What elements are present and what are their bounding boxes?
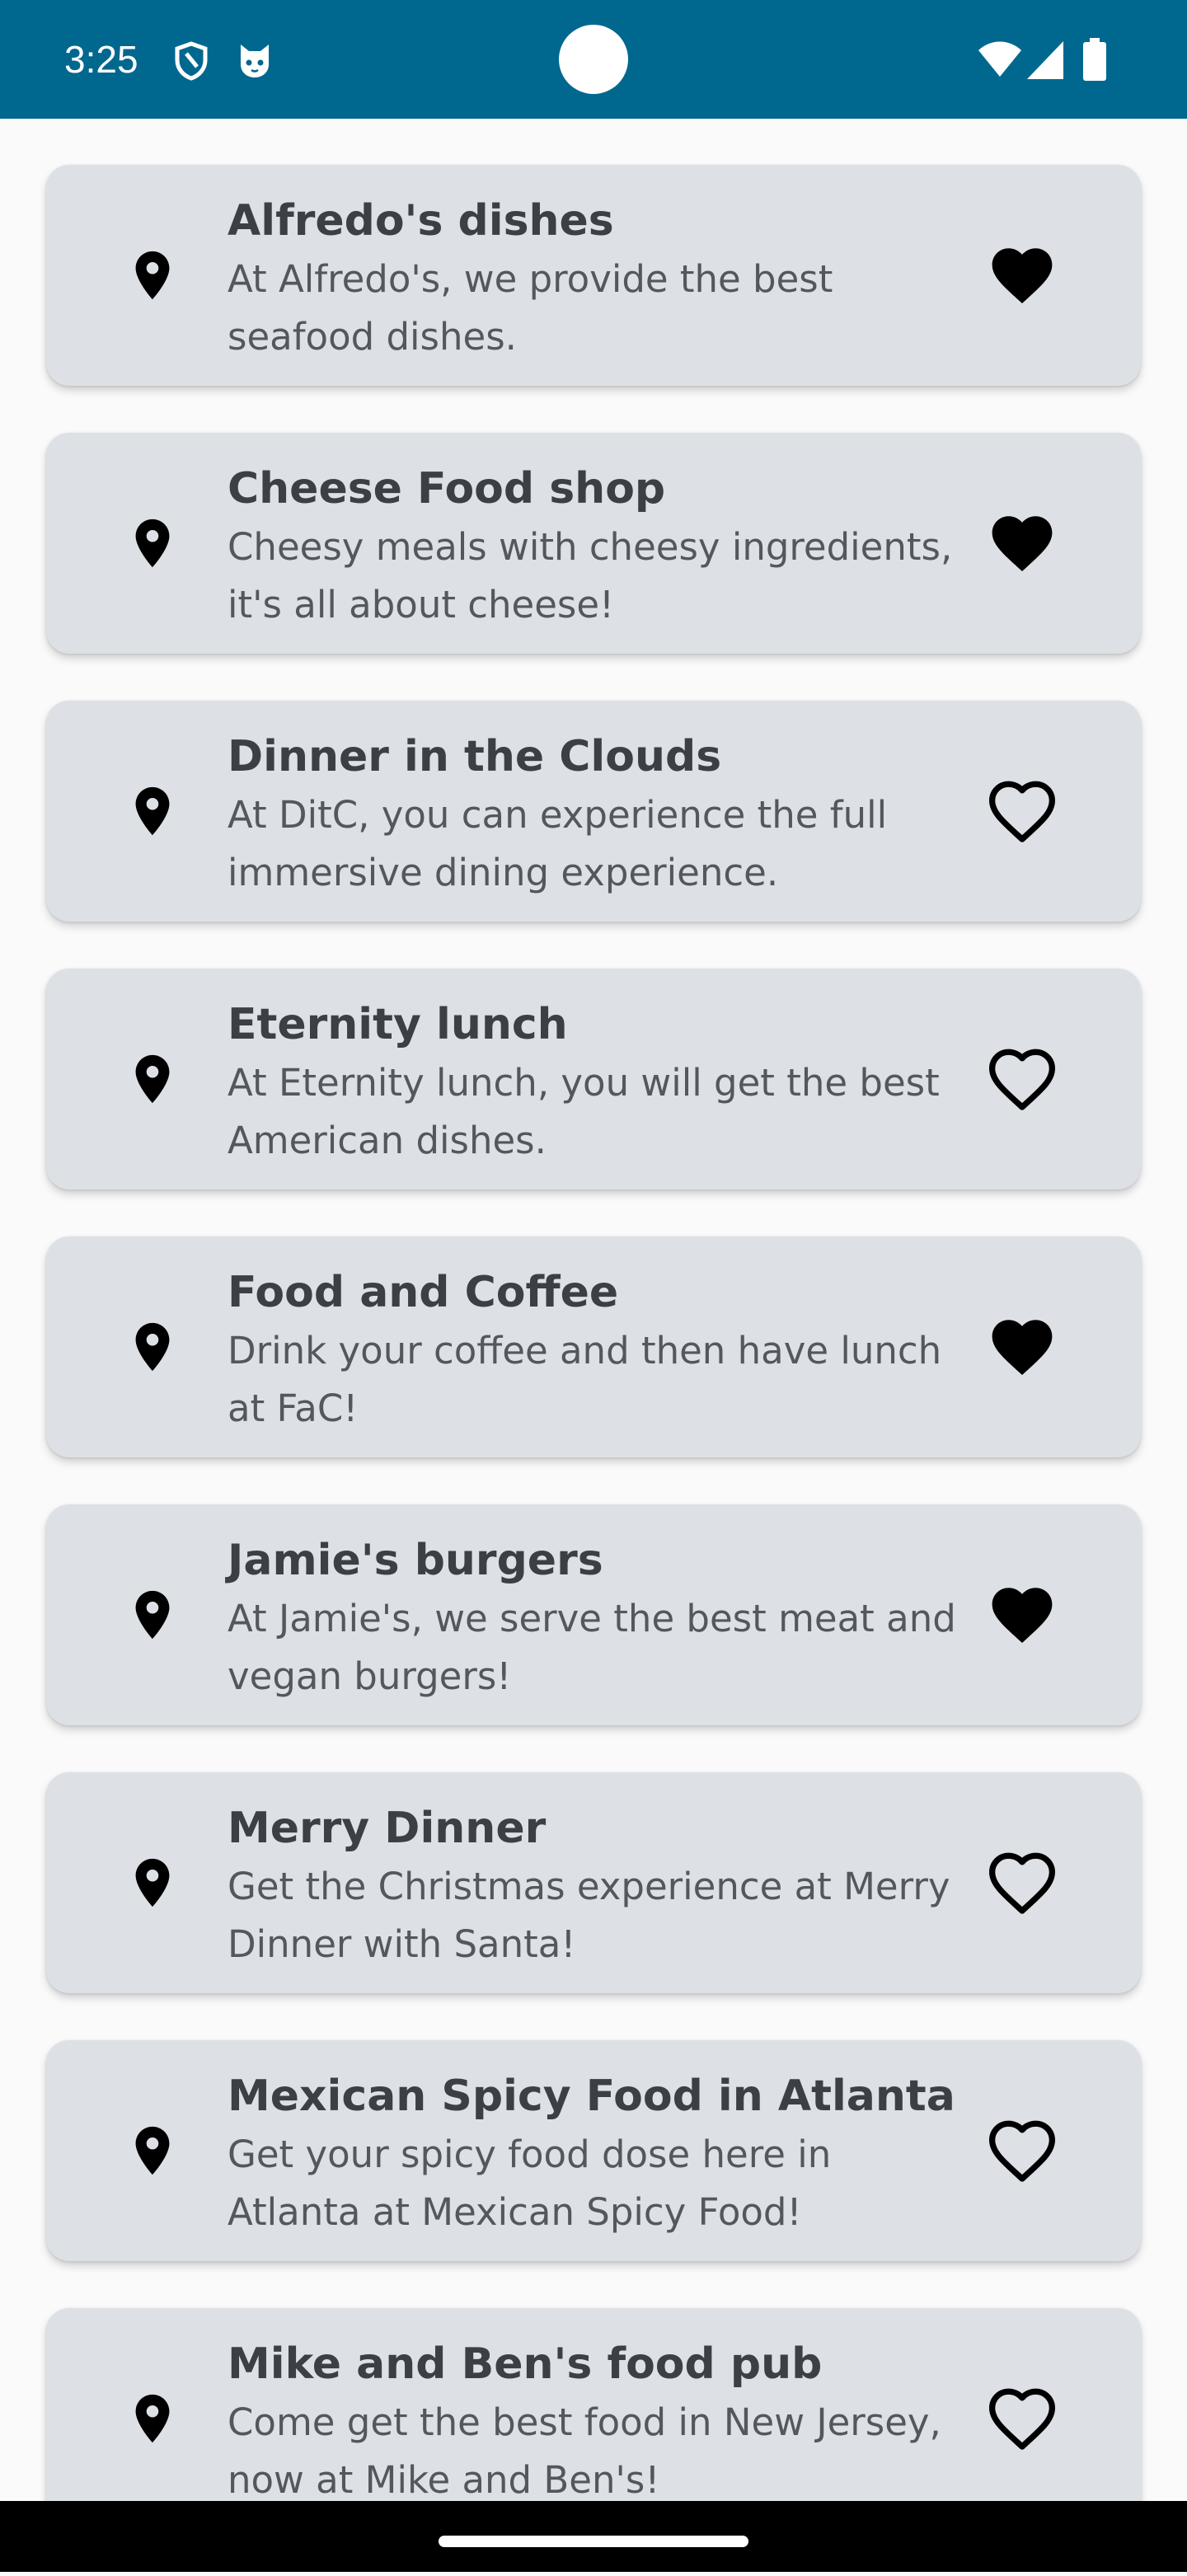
restaurant-card[interactable]: Mexican Spicy Food in Atlanta Get your s… [46, 2040, 1141, 2261]
restaurant-name: Mexican Spicy Food in Atlanta [228, 2072, 955, 2121]
restaurant-card[interactable]: Alfredo's dishes At Alfredo's, we provid… [46, 165, 1141, 386]
home-gesture-handle[interactable] [439, 2536, 748, 2547]
favorite-button[interactable] [989, 512, 1055, 575]
favorite-button[interactable] [989, 1584, 1055, 1646]
favorite-button[interactable] [988, 780, 1055, 842]
restaurant-description: Come get the best food in New Jersey, no… [228, 2400, 941, 2502]
heart-outline-icon [988, 2120, 1055, 2182]
heart-outline-icon [988, 1852, 1055, 1914]
location-pin-icon [135, 2126, 170, 2175]
restaurant-card[interactable]: Food and Coffee Drink your coffee and th… [46, 1236, 1141, 1457]
favorite-button[interactable] [988, 2119, 1055, 2182]
location-pin-icon [135, 518, 170, 568]
restaurant-card[interactable]: Cheese Food shop Cheesy meals with chees… [46, 433, 1141, 654]
heart-filled-icon [992, 248, 1053, 303]
restaurant-name: Eternity lunch [228, 1000, 568, 1049]
location-pin-icon [135, 1590, 170, 1640]
restaurant-card[interactable]: Mike and Ben's food pub Come get the bes… [46, 2308, 1141, 2529]
shield-icon [175, 41, 208, 81]
favorite-button[interactable] [988, 1048, 1055, 1110]
location-pin-icon [135, 2394, 170, 2443]
restaurant-description: At Jamie's, we serve the best meat and v… [228, 1597, 956, 1698]
restaurant-list[interactable]: Alfredo's dishes At Alfredo's, we provid… [46, 165, 1141, 2576]
favorite-button[interactable] [989, 1316, 1055, 1378]
location-pin-icon [135, 1054, 170, 1104]
restaurant-description: Drink your coffee and then have lunch at… [228, 1329, 942, 1430]
restaurant-name: Jamie's burgers [228, 1536, 603, 1585]
restaurant-name: Merry Dinner [228, 1804, 547, 1853]
location-pin-icon [135, 786, 170, 836]
favorite-button[interactable] [989, 244, 1055, 307]
restaurant-card[interactable]: Merry Dinner Get the Christmas experienc… [46, 1772, 1141, 1993]
navigation-bar [0, 2501, 1187, 2572]
heart-outline-icon [988, 781, 1055, 842]
restaurant-card[interactable]: Jamie's burgers At Jamie's, we serve the… [46, 1504, 1141, 1725]
cat-face-icon [241, 45, 269, 77]
camera-cutout [559, 25, 628, 94]
restaurant-description: Get your spicy food dose here in Atlanta… [228, 2133, 832, 2234]
restaurant-description: At DitC, you can experience the full imm… [228, 793, 888, 894]
restaurant-name: Food and Coffee [228, 1268, 619, 1317]
status-bar: 3:25 [0, 0, 1187, 119]
heart-filled-icon [992, 1320, 1053, 1375]
heart-outline-icon [988, 2388, 1055, 2450]
restaurant-name: Mike and Ben's food pub [228, 2339, 823, 2389]
restaurant-description: Cheesy meals with cheesy ingredients, it… [228, 525, 953, 626]
heart-outline-icon [988, 1049, 1055, 1110]
location-pin-icon [135, 1322, 170, 1372]
status-time: 3:25 [64, 38, 138, 81]
location-pin-icon [135, 251, 170, 300]
heart-filled-icon [992, 1588, 1053, 1643]
restaurant-description: At Eternity lunch, you will get the best… [228, 1061, 940, 1162]
restaurant-card[interactable]: Dinner in the Clouds At DitC, you can ex… [46, 701, 1141, 922]
battery-icon [1083, 38, 1106, 81]
restaurant-name: Alfredo's dishes [228, 196, 614, 246]
heart-filled-icon [992, 516, 1053, 571]
wifi-icon [978, 41, 1021, 77]
restaurant-name: Cheese Food shop [228, 464, 666, 514]
restaurant-description: At Alfredo's, we provide the best seafoo… [228, 257, 833, 359]
favorite-button[interactable] [988, 2387, 1055, 2450]
restaurant-card[interactable]: Eternity lunch At Eternity lunch, you wi… [46, 969, 1141, 1189]
location-pin-icon [135, 1858, 170, 1907]
restaurant-description: Get the Christmas experience at Merry Di… [228, 1865, 950, 1966]
favorite-button[interactable] [988, 1851, 1055, 1914]
cellular-signal-icon [1027, 41, 1063, 79]
restaurant-name: Dinner in the Clouds [228, 732, 722, 781]
